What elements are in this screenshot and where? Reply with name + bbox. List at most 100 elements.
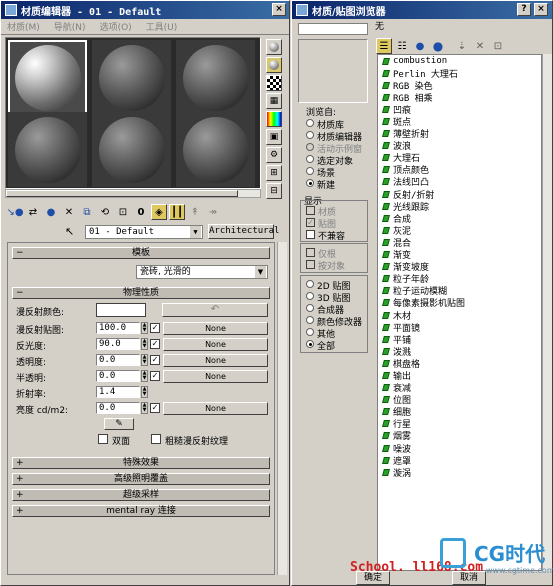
make-preview-icon[interactable]: ▣ xyxy=(266,129,282,145)
delete-from-library-icon[interactable]: ✕ xyxy=(472,38,488,54)
map-list-item[interactable]: 波浪 xyxy=(378,140,541,152)
put-to-library-icon[interactable]: ⊡ xyxy=(115,204,131,220)
luminance-map-button[interactable]: None xyxy=(163,402,268,415)
map-list-item[interactable]: 行星 xyxy=(378,418,541,430)
map-list-item[interactable]: 位图 xyxy=(378,394,541,406)
material-navigator-icon[interactable]: ⊟ xyxy=(266,183,282,199)
type-radio-compositor[interactable] xyxy=(306,304,314,312)
templates-rollout-header[interactable]: − 模板 xyxy=(12,247,270,259)
type-radio-3d[interactable] xyxy=(306,292,314,300)
luminance-spinner[interactable]: ▲ ▼ xyxy=(141,402,148,414)
map-list-item[interactable]: 反射/折射 xyxy=(378,188,541,201)
raw-diffuse-checkbox[interactable] xyxy=(151,434,161,444)
ior-value[interactable]: 1.4 xyxy=(96,386,140,398)
sample-slot-5[interactable] xyxy=(92,112,171,187)
map-list-item[interactable]: RGB 染色 xyxy=(378,79,541,92)
shininess-map-button[interactable]: None xyxy=(163,338,268,351)
physical-qualities-rollout-header[interactable]: − 物理性质 xyxy=(12,287,270,299)
menu-utilities[interactable]: 工具(U) xyxy=(146,20,178,33)
browse-radio-new[interactable] xyxy=(306,179,314,187)
show-end-result-icon[interactable]: ┃┃ xyxy=(169,204,185,220)
sample-uv-icon[interactable]: ▦ xyxy=(266,93,282,109)
shininess-checkbox[interactable]: ✓ xyxy=(150,339,160,349)
map-list-item[interactable]: 烟雾 xyxy=(378,430,541,442)
view-list-icons-icon[interactable]: ☷ xyxy=(394,38,410,54)
help-icon[interactable]: ? xyxy=(517,3,531,16)
translucency-spinner[interactable]: ▲ ▼ xyxy=(141,370,148,382)
map-list-item[interactable]: Perlin 大理石 xyxy=(378,67,541,80)
type-radio-2d[interactable] xyxy=(306,280,314,288)
view-large-icons-icon[interactable]: ● xyxy=(430,38,446,54)
reset-map-icon[interactable]: ✕ xyxy=(61,204,77,220)
close-icon[interactable]: × xyxy=(272,3,286,16)
shininess-spinner[interactable]: ▲ ▼ xyxy=(141,338,148,350)
type-radio-all[interactable] xyxy=(306,340,314,348)
map-list-item[interactable]: 混合 xyxy=(378,236,541,249)
menu-material[interactable]: 材质(M) xyxy=(7,20,40,33)
diffuse-map-amount[interactable]: 100.0 xyxy=(96,322,140,334)
chevron-down-icon[interactable]: ▼ xyxy=(255,266,266,278)
search-field[interactable] xyxy=(298,23,368,35)
clear-library-icon[interactable]: ⊡ xyxy=(490,38,506,54)
map-list-item[interactable]: 细胞 xyxy=(378,406,541,418)
luminance-value[interactable]: 0.0 xyxy=(96,402,140,414)
map-list-item[interactable]: 噪波 xyxy=(378,442,541,455)
special-effects-rollout[interactable]: + 特殊效果 xyxy=(12,457,270,469)
map-list-item[interactable]: combustion xyxy=(378,55,541,67)
diffuse-map-button[interactable]: None xyxy=(163,322,268,335)
transparency-spinner[interactable]: ▲ ▼ xyxy=(141,354,148,366)
sample-slot-3[interactable] xyxy=(176,40,255,115)
luminance-checkbox[interactable]: ✓ xyxy=(150,403,160,413)
map-list-scrollbar[interactable] xyxy=(542,54,552,571)
sample-slot-1[interactable] xyxy=(8,40,87,115)
translucency-checkbox[interactable]: ✓ xyxy=(150,371,160,381)
go-to-parent-icon[interactable]: ↟ xyxy=(187,204,203,220)
map-list-item[interactable]: 木材 xyxy=(378,309,541,322)
map-list-item[interactable]: 平面镜 xyxy=(378,321,541,334)
map-list-item[interactable]: 斑点 xyxy=(378,115,541,128)
map-list-item[interactable]: 泼溅 xyxy=(378,345,541,358)
transparency-map-button[interactable]: None xyxy=(163,354,268,367)
map-list-item[interactable]: 遮罩 xyxy=(378,454,541,467)
get-material-icon[interactable]: ↘● xyxy=(6,204,23,220)
video-color-icon[interactable] xyxy=(266,111,282,127)
map-list-item[interactable]: 粒子运动模糊 xyxy=(378,285,541,297)
map-list-item[interactable]: 大理石 xyxy=(378,152,541,164)
supersampling-rollout[interactable]: + 超级采样 xyxy=(12,489,270,501)
map-list-item[interactable]: 薄壁折射 xyxy=(378,128,541,140)
material-name-field[interactable]: 01 - Default ▼ xyxy=(85,225,203,239)
browse-radio-selected[interactable] xyxy=(306,155,314,163)
select-by-material-icon[interactable]: ⊞ xyxy=(266,165,282,181)
map-list-item[interactable]: 每像素摄影机贴图 xyxy=(378,297,541,309)
menu-navigation[interactable]: 导航(N) xyxy=(54,20,86,33)
put-to-scene-icon[interactable]: ⇄ xyxy=(25,204,41,220)
type-radio-other[interactable] xyxy=(306,328,314,336)
chevron-down-icon[interactable]: ▼ xyxy=(190,226,201,238)
translucency-value[interactable]: 0.0 xyxy=(96,370,140,382)
background-icon[interactable] xyxy=(266,75,282,91)
ior-spinner[interactable]: ▲ ▼ xyxy=(141,386,148,398)
map-list-item[interactable]: 灰泥 xyxy=(378,224,541,237)
map-type-list[interactable]: combustion Perlin 大理石 RGB 染色 RGB 相乘 凹痕 斑点 薄壁折射… xyxy=(377,54,542,571)
map-list-item[interactable]: 凹痕 xyxy=(378,103,541,116)
scroll-thumb[interactable] xyxy=(6,190,238,197)
map-list-item[interactable]: 漩涡 xyxy=(378,466,541,479)
map-list-item[interactable]: 衰减 xyxy=(378,382,541,394)
make-copy-icon[interactable]: ⧉ xyxy=(79,204,95,220)
material-effects-channel-icon[interactable]: 0 xyxy=(133,204,149,220)
make-unique-icon[interactable]: ⟲ xyxy=(97,204,113,220)
backlight-icon[interactable] xyxy=(266,57,282,73)
map-list-item[interactable]: 合成 xyxy=(378,212,541,225)
diffuse-spinner[interactable]: ▲ ▼ xyxy=(141,322,148,334)
map-list-item[interactable]: 平铺 xyxy=(378,333,541,346)
shininess-value[interactable]: 90.0 xyxy=(96,338,140,350)
map-list-item[interactable]: 渐变 xyxy=(378,249,541,261)
map-list-item[interactable]: 光线跟踪 xyxy=(378,200,541,213)
browse-radio-scene[interactable] xyxy=(306,167,314,175)
diffuse-map-checkbox[interactable]: ✓ xyxy=(150,323,160,333)
browse-radio-mtl-editor[interactable] xyxy=(306,131,314,139)
show-incompatible-checkbox[interactable] xyxy=(306,230,315,239)
material-editor-titlebar[interactable]: 材质编辑器 - 01 - Default × xyxy=(1,1,289,19)
show-map-in-viewport-icon[interactable]: ◈ xyxy=(151,204,167,220)
sample-slot-4[interactable] xyxy=(8,112,87,187)
